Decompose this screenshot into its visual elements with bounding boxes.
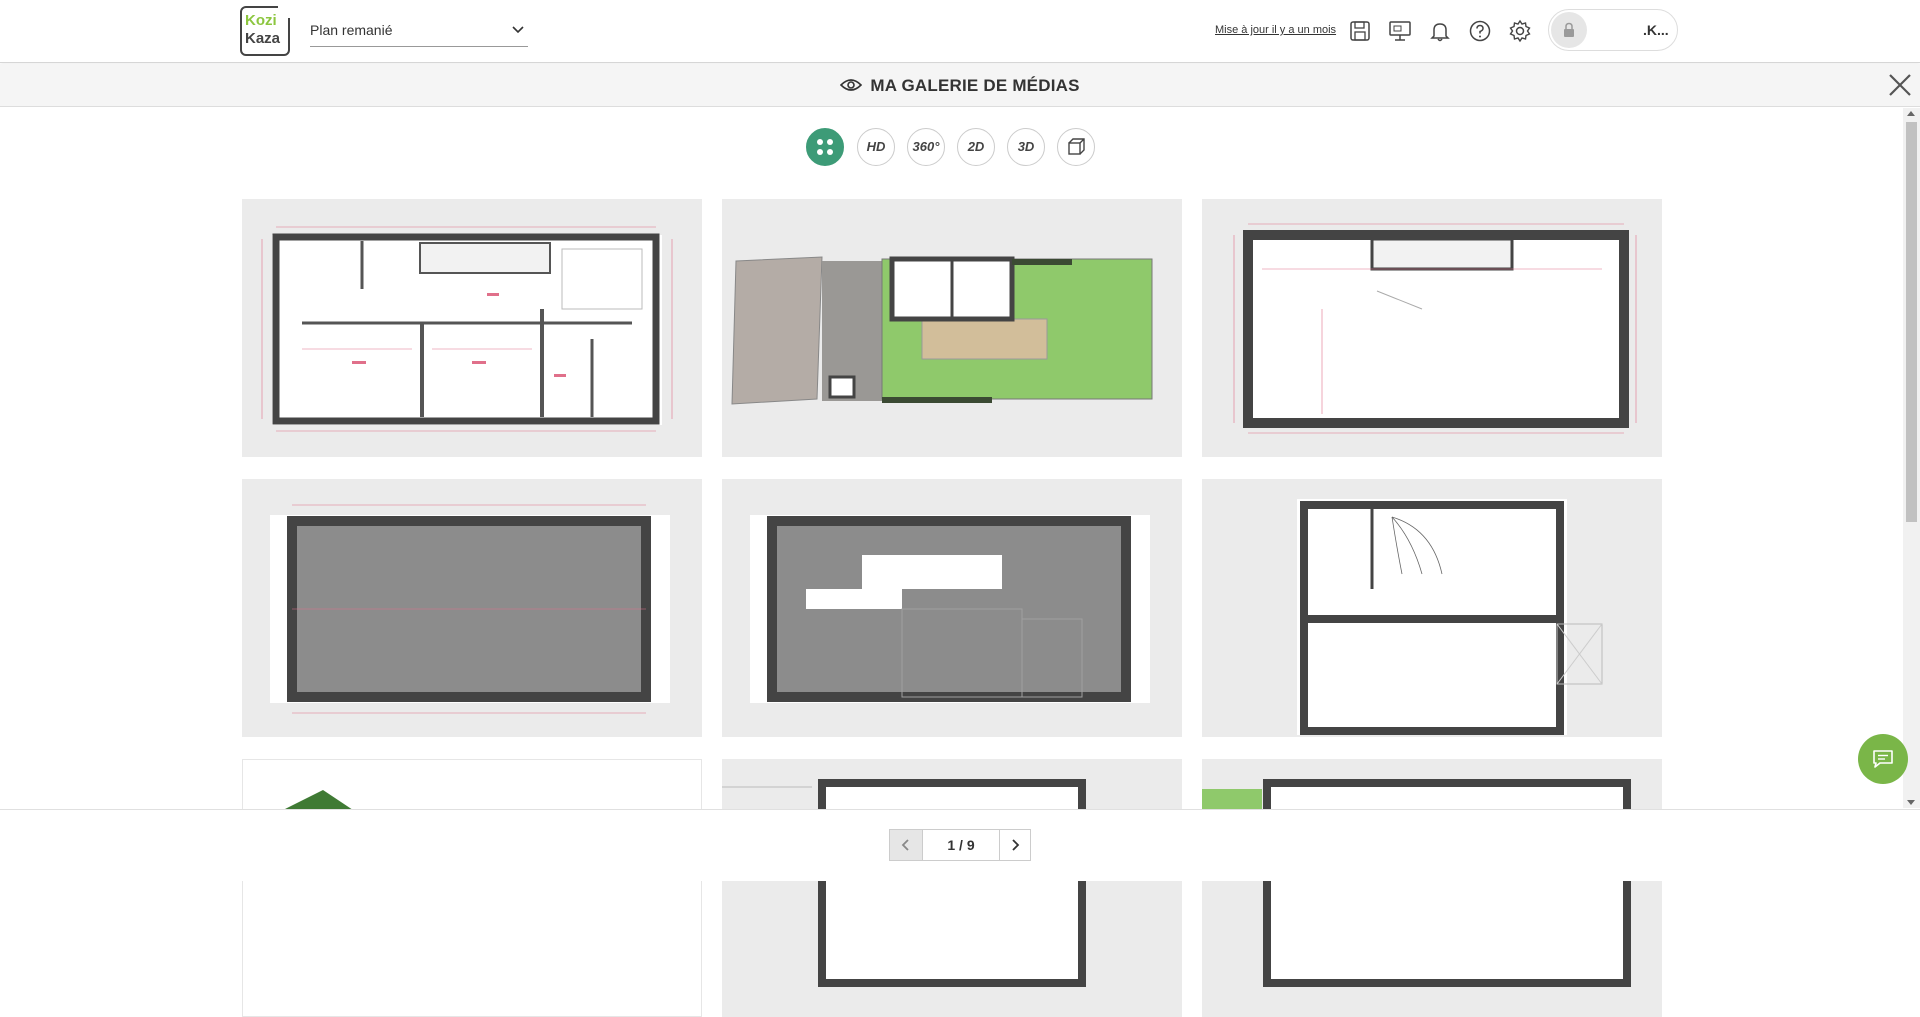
settings-gear-icon[interactable] xyxy=(1507,18,1533,44)
next-page-button[interactable] xyxy=(999,830,1030,860)
filter-all-button[interactable] xyxy=(806,128,844,166)
kozikaza-logo[interactable]: Kozi Kaza xyxy=(240,6,290,56)
top-bar: Kozi Kaza Plan remanié Mise à jour il y … xyxy=(0,0,1920,63)
filter-2d-button[interactable]: 2D xyxy=(957,128,995,166)
logo-text-line1: Kozi xyxy=(245,12,277,29)
floor-plan-image xyxy=(1297,499,1603,735)
lock-icon xyxy=(1564,22,1574,37)
presentation-icon[interactable] xyxy=(1387,18,1413,44)
gallery-title-bar: MA GALERIE DE MÉDIAS xyxy=(0,64,1920,107)
filter-360-button[interactable]: 360° xyxy=(907,128,945,166)
avatar xyxy=(1551,12,1587,48)
plan-selector[interactable]: Plan remanié xyxy=(310,18,528,47)
floor-plan-image xyxy=(722,779,1086,987)
scrollbar-thumb[interactable] xyxy=(1906,122,1917,522)
all-grid-icon xyxy=(817,139,833,155)
gallery-thumbnail-6[interactable] xyxy=(1202,479,1662,737)
chat-icon xyxy=(1873,750,1893,768)
floor-plan-image xyxy=(270,504,670,714)
3d-view-image xyxy=(283,790,353,830)
gallery-thumbnail-9[interactable] xyxy=(1202,759,1662,1017)
gallery-thumbnail-5[interactable] xyxy=(722,479,1182,737)
cube-icon xyxy=(1068,138,1085,155)
chevron-down-icon xyxy=(512,26,524,34)
chevron-left-icon xyxy=(901,839,909,851)
pagination: 1 / 9 xyxy=(889,829,1031,861)
bell-icon[interactable] xyxy=(1427,18,1453,44)
gallery-thumbnail-7[interactable] xyxy=(242,759,702,1017)
floor-plan-image xyxy=(1202,779,1631,987)
filter-cube-button[interactable] xyxy=(1057,128,1095,166)
logo-text-line2: Kaza xyxy=(245,30,281,47)
chevron-right-icon xyxy=(1012,839,1020,851)
account-menu[interactable]: .K... xyxy=(1548,9,1678,51)
floor-plan-image xyxy=(750,515,1150,703)
help-icon[interactable] xyxy=(1467,18,1493,44)
gallery-title: MA GALERIE DE MÉDIAS xyxy=(0,76,1920,96)
gallery-thumbnail-2[interactable] xyxy=(722,199,1182,457)
filter-3d-button[interactable]: 3D xyxy=(1007,128,1045,166)
filter-hd-button[interactable]: HD xyxy=(857,128,895,166)
close-icon[interactable] xyxy=(1887,72,1913,98)
eye-icon xyxy=(840,79,863,91)
gallery-scrollbar[interactable] xyxy=(1903,108,1920,808)
gallery-thumbnail-1[interactable] xyxy=(242,199,702,457)
floor-plan-image xyxy=(1233,223,1637,434)
gallery-thumbnail-8[interactable] xyxy=(722,759,1182,1017)
gallery-thumbnail-4[interactable] xyxy=(242,479,702,737)
gallery-title-text: MA GALERIE DE MÉDIAS xyxy=(870,76,1080,95)
gallery-thumbnail-3[interactable] xyxy=(1202,199,1662,457)
page-indicator: 1 / 9 xyxy=(947,837,975,853)
previous-page-button[interactable] xyxy=(890,830,923,860)
user-name: .K... xyxy=(1643,22,1669,38)
chat-button[interactable] xyxy=(1858,734,1908,784)
save-icon[interactable] xyxy=(1347,18,1373,44)
floor-plan-image xyxy=(261,226,673,432)
scroll-up-arrow[interactable] xyxy=(1907,111,1915,116)
scroll-down-arrow[interactable] xyxy=(1907,800,1915,805)
last-updated-link[interactable]: Mise à jour il y a un mois xyxy=(1215,24,1336,36)
site-plan-image xyxy=(731,256,1153,405)
plan-selector-value: Plan remanié xyxy=(310,22,393,38)
